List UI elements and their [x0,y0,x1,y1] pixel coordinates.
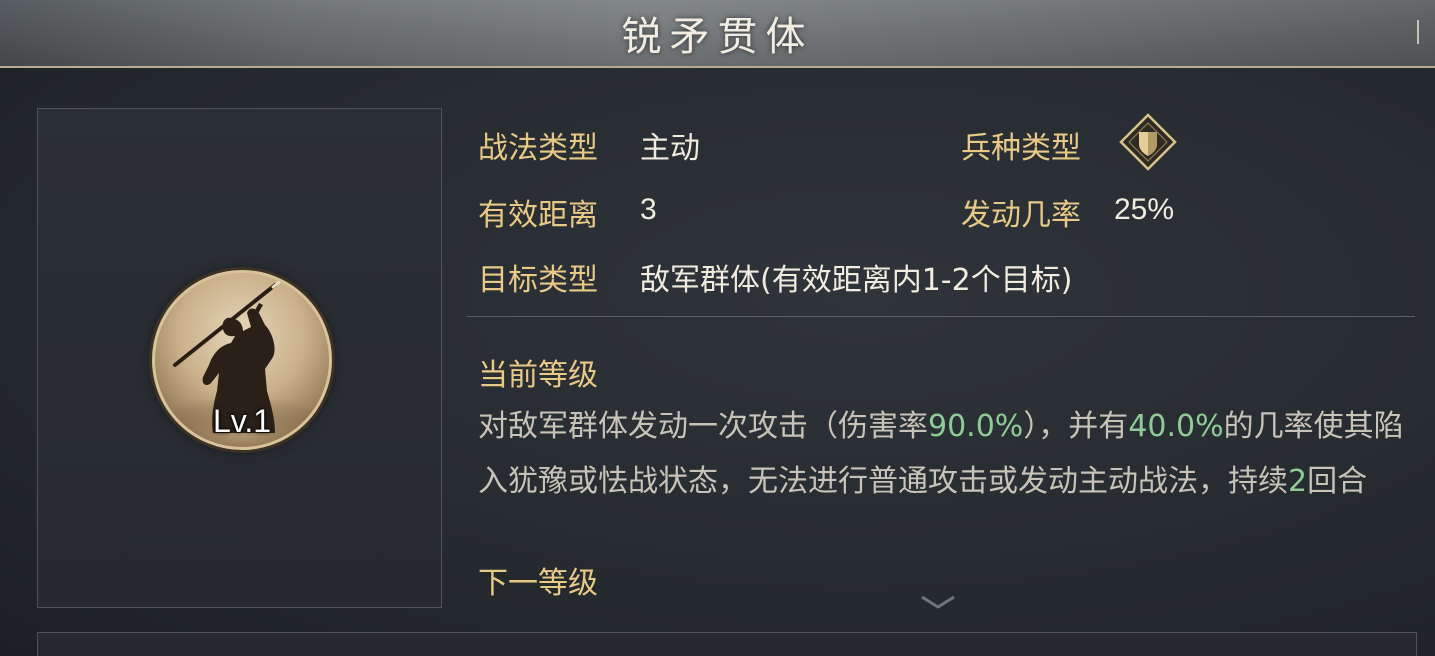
skill-badge[interactable]: Lv.1 [152,270,332,450]
unit-type-label: 兵种类型 [961,131,1081,166]
title-edge-mark [1417,20,1427,44]
desc-text-1: 对敌军群体发动一次攻击（伤害率 [478,409,928,444]
skill-type-value: 主动 [640,131,700,166]
target-type-label: 目标类型 [478,263,598,298]
status-chance-value: 40.0% [1128,409,1224,444]
shield-diamond-icon[interactable] [1118,112,1178,172]
skill-level-label: Lv.1 [212,403,272,439]
desc-text-4: 回合 [1307,464,1368,499]
range-value: 3 [640,193,657,226]
damage-rate-value: 90.0% [928,409,1024,444]
skill-title: 锐矛贯体 [621,14,814,60]
trigger-rate-label: 发动几率 [961,198,1081,233]
next-level-title: 下一等级 [478,566,598,601]
chevron-down-icon[interactable] [918,594,958,610]
section-divider [467,316,1415,317]
current-level-description: 对敌军群体发动一次攻击（伤害率90.0%），并有40.0%的几率使其陷入犹豫或怯… [478,399,1408,509]
desc-text-2: ），并有 [1023,409,1129,444]
range-label: 有效距离 [478,198,598,233]
bottom-panel [37,632,1417,656]
title-bar: 锐矛贯体 [0,0,1435,68]
skill-type-label: 战法类型 [478,131,598,166]
trigger-rate-value: 25% [1114,193,1175,226]
duration-value: 2 [1288,464,1308,499]
current-level-title: 当前等级 [478,358,598,393]
target-type-value: 敌军群体(有效距离内1-2个目标) [640,263,1073,298]
skill-detail-screen: 锐矛贯体 Lv.1 战法类型 主动 兵种类型 有效距离 3 发动几率 25% 目… [0,0,1435,656]
